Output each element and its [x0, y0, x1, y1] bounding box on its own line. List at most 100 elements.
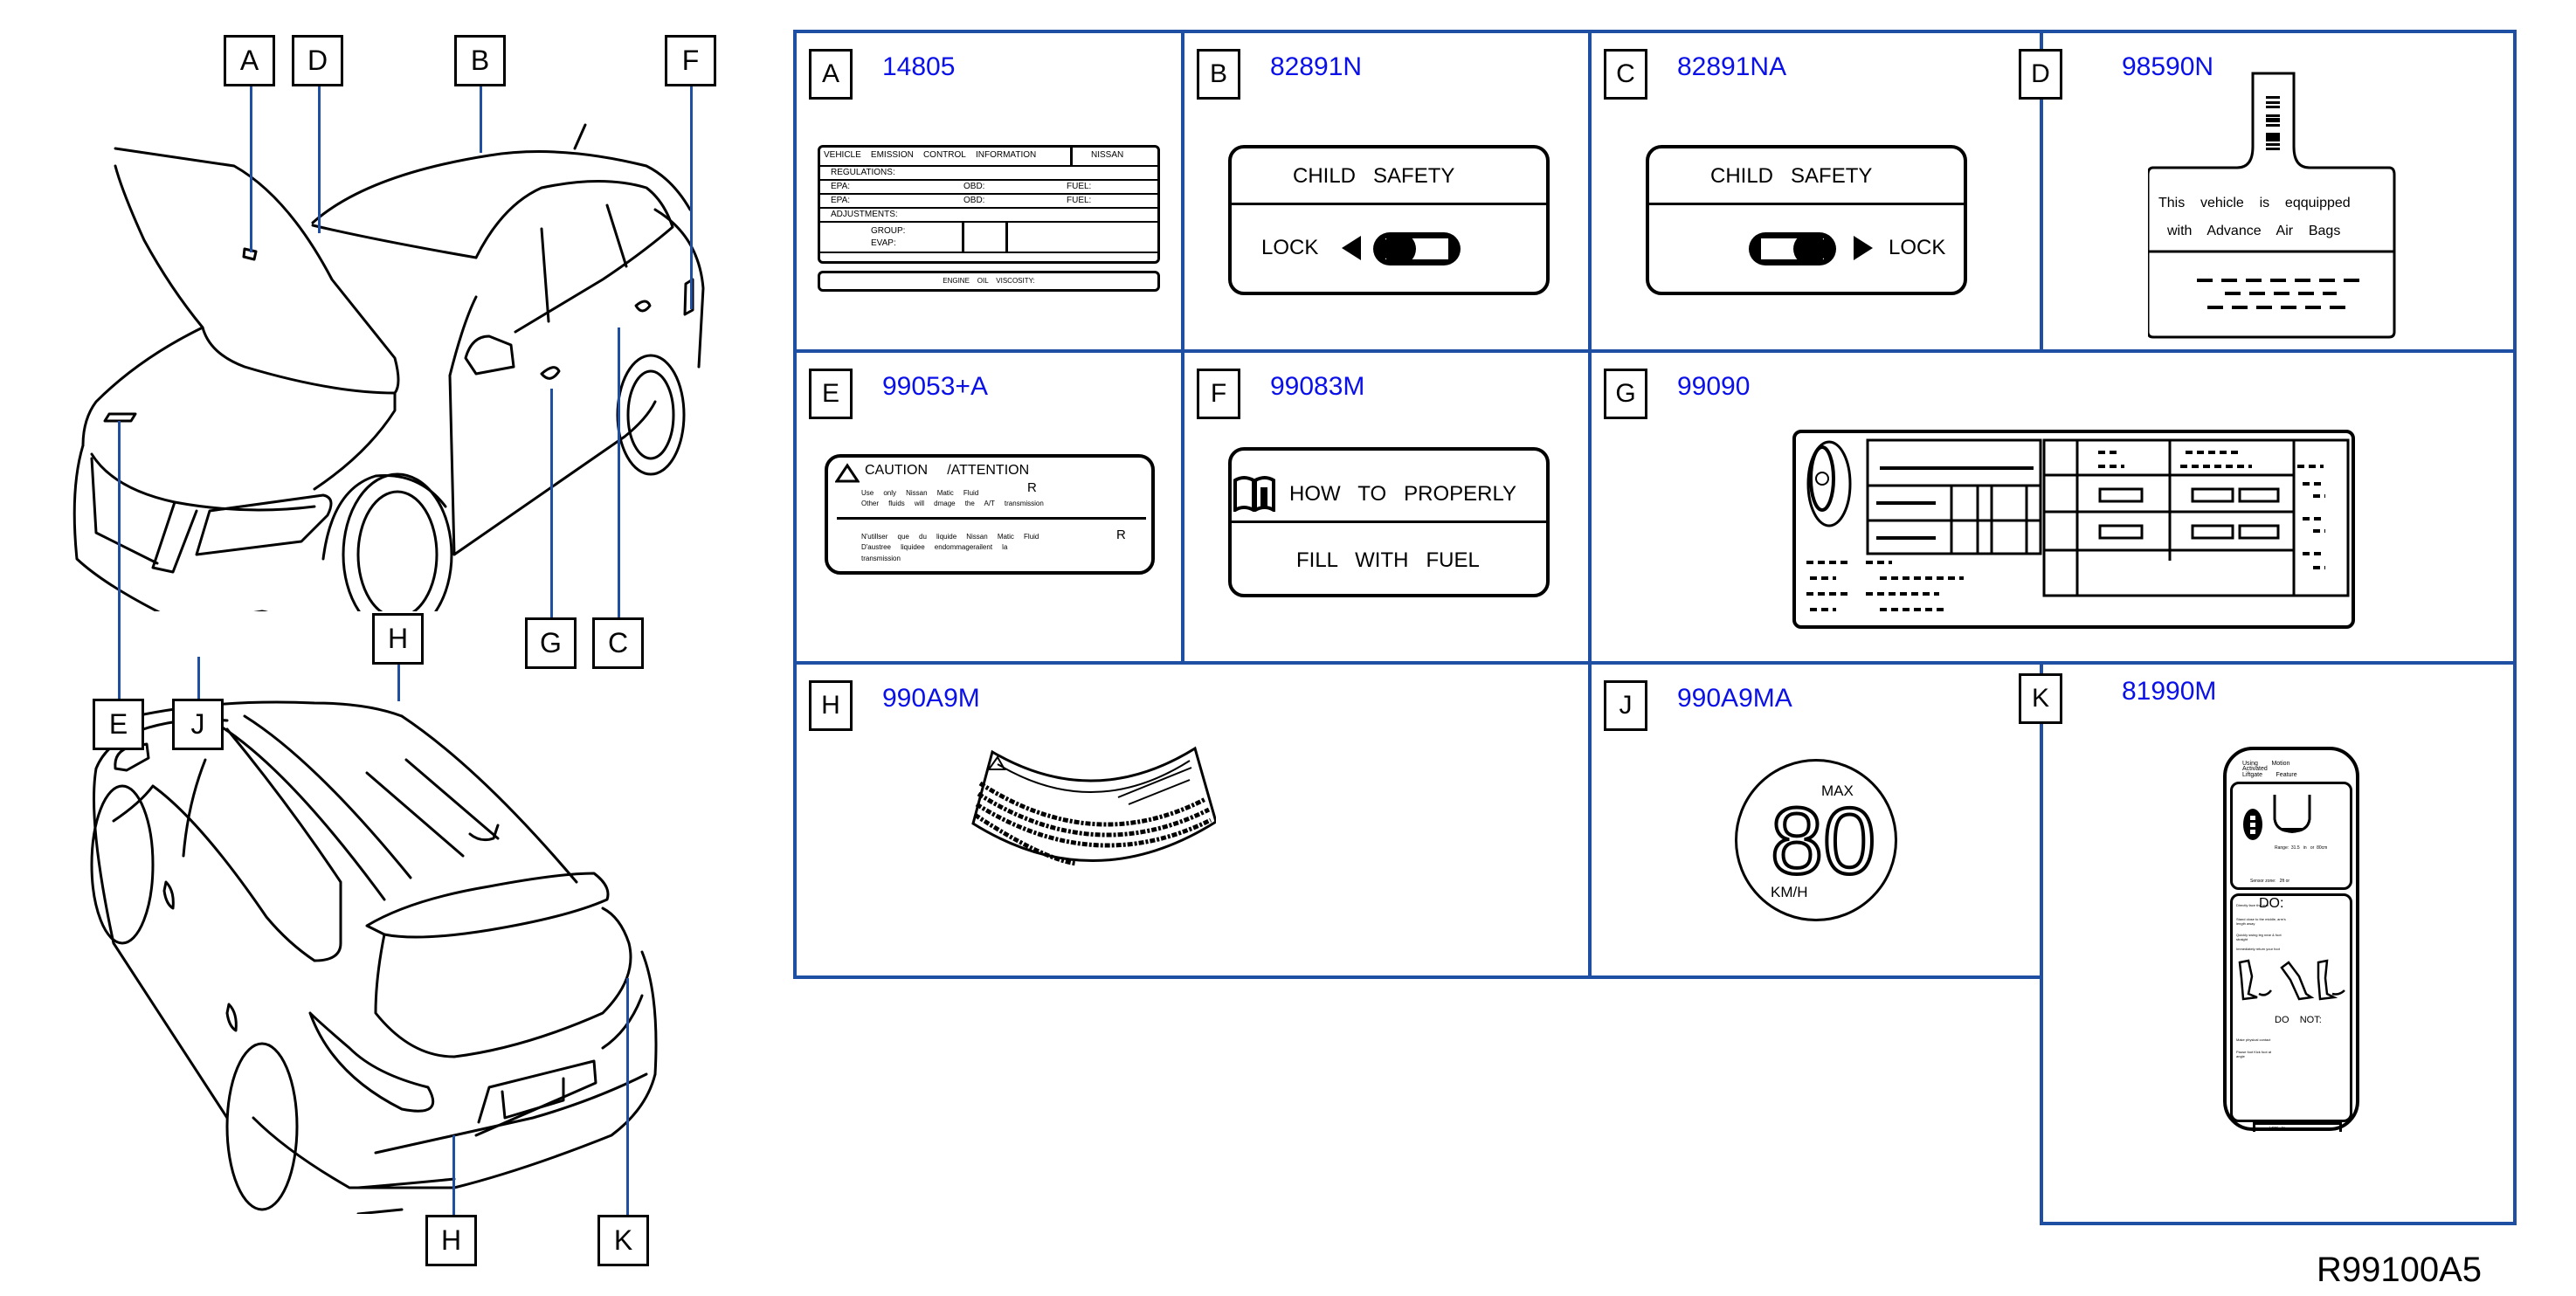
panel-j[interactable]: J 990A9MA MAX 80 KM/H [1592, 665, 2040, 975]
fuel-label-line-2: FILL WITH FUEL [1296, 548, 1480, 572]
emission-epa-2: EPA: [831, 196, 851, 205]
owner-manual-book-icon [1233, 476, 1275, 512]
callout-h-bottom[interactable]: H [425, 1215, 477, 1266]
emission-title-word: VEHICLE [824, 150, 861, 160]
leader-line-k [626, 978, 629, 1215]
do-box: DO: Directly face the rear Stand close t… [2230, 893, 2352, 1122]
panel-d[interactable]: D 98590N This vehicle is eqquipped with … [2019, 33, 2513, 349]
emission-title-word: INFORMATION [975, 150, 1037, 160]
english-line-1: Use only Nissan Matic Fluid [861, 489, 979, 497]
french-line-2: D'austree liquidee endommagerailent la [861, 543, 1008, 551]
speed-unit-label: KM/H [1771, 884, 1808, 900]
emission-epa-1: EPA: [831, 182, 851, 191]
arrow-left-icon [1342, 236, 1361, 260]
panel-d-letter: D [2019, 49, 2062, 100]
sensor-range: Range: 31.5 in or 80cm [2275, 845, 2328, 851]
fuel-label-line-1: HOW TO PROPERLY [1289, 482, 1517, 506]
callout-a[interactable]: A [224, 35, 275, 86]
emission-fuel-1: FUEL: [1067, 182, 1092, 191]
lock-switch-icon [1373, 232, 1461, 265]
dont-item: Pause foot Kick foot at angle [2236, 1050, 2272, 1058]
leader-line-h-bottom [452, 1135, 455, 1215]
emission-regulations: REGULATIONS: [831, 168, 895, 177]
emission-group: GROUP: [871, 226, 906, 236]
emission-obd-1: OBD: [963, 182, 985, 191]
leader-line-h-top [397, 665, 400, 701]
diagram-code: R99100A5 [2317, 1251, 2483, 1289]
leader-line-f [690, 86, 693, 309]
callout-k[interactable]: K [597, 1215, 649, 1266]
callout-k-label: K [613, 1224, 633, 1256]
panel-c-part-number: 82891NA [1677, 52, 1787, 81]
panel-a-letter: A [809, 49, 853, 100]
liftgate-title-2: Activated [2242, 766, 2268, 772]
do-item: Immediately return your foot [2236, 947, 2280, 951]
emission-title-word: EMISSION [870, 150, 914, 160]
key-fob-icon [2243, 809, 2262, 840]
panel-f[interactable]: F 99083M HOW TO PROPERLY FILL WITH FUEL [1184, 353, 1588, 661]
airbag-line-1: This vehicle is eqquipped [2158, 196, 2351, 210]
sensor-zone: Sensor zone: 2ft or [2250, 879, 2290, 884]
panel-f-part-number: 99083M [1270, 372, 1365, 401]
callout-d[interactable]: D [292, 35, 343, 86]
leader-line-g [550, 389, 553, 617]
registered-mark: R [1027, 480, 1037, 495]
child-safety-label-b: CHILD SAFETY LOCK [1228, 145, 1550, 295]
panel-f-letter: F [1197, 369, 1240, 419]
label-footer-tab: Label to [2253, 1122, 2342, 1132]
caution-heading: CAUTION /ATTENTION [865, 463, 1030, 478]
do-item: Directly face the rear [2236, 903, 2269, 907]
grid-line [2513, 30, 2517, 1225]
callout-h-bottom-label: H [440, 1224, 462, 1256]
callout-b[interactable]: B [454, 35, 506, 86]
arrow-right-icon [1854, 236, 1873, 260]
leader-line-d [318, 86, 321, 233]
emission-fuel-2: FUEL: [1067, 196, 1092, 205]
panel-h[interactable]: H 990A9M [797, 665, 1588, 975]
sensor-box: Range: 31.5 in or 80cm Sensor zone: 2ft … [2230, 782, 2352, 890]
panel-e-part-number: 99053+A [882, 372, 988, 401]
panel-a[interactable]: A 14805 VEHICLE EMISSION CONTROL INFORMA… [797, 33, 1181, 349]
panel-g[interactable]: G 99090 [1592, 353, 2513, 661]
child-safety-title: CHILD SAFETY [1293, 164, 1455, 188]
panel-a-part-number: 14805 [882, 52, 956, 81]
panel-k[interactable]: K 81990M Using Motion Activated Liftgate… [2019, 665, 2513, 1222]
callout-f-label: F [681, 45, 700, 76]
atf-caution-label: CAUTION /ATTENTION Use only Nissan Matic… [825, 454, 1155, 575]
panel-j-letter: J [1604, 680, 1647, 731]
child-safety-label-c: CHILD SAFETY LOCK [1646, 145, 1967, 295]
panel-b-letter: B [1197, 49, 1240, 100]
callout-e[interactable]: E [93, 699, 144, 750]
tire-placard-label [1792, 430, 2355, 629]
curved-warning-label [971, 746, 1216, 866]
callout-g[interactable]: G [525, 617, 577, 669]
leader-line-c [618, 327, 620, 617]
panel-e[interactable]: E 99053+A CAUTION /ATTENTION Use only Ni… [797, 353, 1181, 661]
leader-line-b [480, 86, 482, 153]
french-line-3: transmission [861, 555, 901, 562]
speed-limit-sticker: MAX 80 KM/H [1735, 759, 1897, 921]
callout-h-top[interactable]: H [372, 613, 424, 665]
lock-text: LOCK [1889, 236, 1946, 259]
emission-title-word: CONTROL [922, 150, 966, 160]
fuel-fill-label: HOW TO PROPERLY FILL WITH FUEL [1228, 447, 1550, 597]
speed-value: 80 [1769, 788, 1877, 893]
callout-c[interactable]: C [592, 617, 644, 669]
callout-c-label: C [607, 627, 629, 658]
emission-label: VEHICLE EMISSION CONTROL INFORMATION NIS… [818, 145, 1160, 264]
callout-j[interactable]: J [172, 699, 224, 750]
panel-c[interactable]: C 82891NA CHILD SAFETY LOCK [1592, 33, 2040, 349]
motion-liftgate-label: Using Motion Activated Liftgate Feature … [2223, 747, 2359, 1132]
airbag-line-2: with Advance Air Bags [2167, 224, 2341, 238]
callout-f[interactable]: F [665, 35, 716, 86]
leader-line-e [118, 421, 121, 699]
panel-e-letter: E [809, 369, 853, 419]
emission-brand: NISSAN [1091, 150, 1124, 160]
child-safety-title: CHILD SAFETY [1710, 164, 1873, 188]
callout-d-label: D [307, 45, 328, 76]
do-item: Stand close to the middle, arm's length … [2236, 917, 2286, 926]
french-line-1: N'utillser que du liquide Nissan Matic F… [861, 533, 1039, 541]
panel-b[interactable]: B 82891N CHILD SAFETY LOCK [1184, 33, 1588, 349]
panel-b-part-number: 82891N [1270, 52, 1363, 81]
panel-k-letter: K [2019, 673, 2062, 724]
